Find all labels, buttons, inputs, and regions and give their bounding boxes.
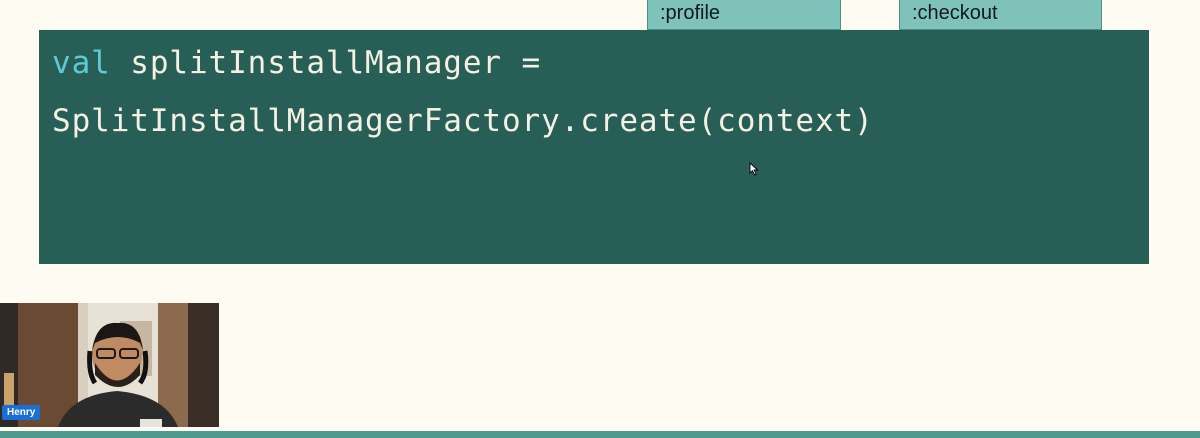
module-checkout-box: :checkout <box>899 0 1102 30</box>
presentation-stage: :profile :checkout val splitInstallManag… <box>0 0 1200 438</box>
code-keyword: val <box>52 45 111 81</box>
code-panel: val splitInstallManager = SplitInstallMa… <box>39 30 1149 264</box>
code-line-1-text: splitInstallManager = <box>110 45 542 81</box>
bottom-accent-bar <box>0 431 1200 438</box>
participant-name-tag: Henry <box>2 405 41 420</box>
code-line-1: val splitInstallManager = <box>52 44 1149 102</box>
code-line-2: SplitInstallManagerFactory.create(contex… <box>52 103 874 139</box>
module-profile-box: :profile <box>647 0 841 30</box>
module-checkout-label: :checkout <box>912 2 998 24</box>
cursor-icon <box>749 162 759 176</box>
module-profile-label: :profile <box>660 2 721 24</box>
